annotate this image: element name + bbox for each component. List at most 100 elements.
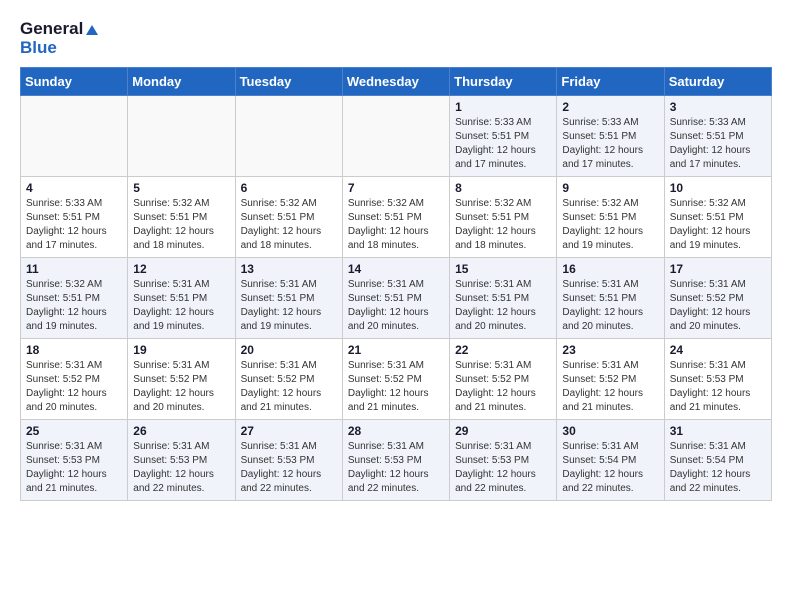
day-number: 22 bbox=[455, 343, 551, 357]
calendar-day-cell bbox=[235, 96, 342, 177]
day-info: Sunrise: 5:31 AM Sunset: 5:51 PM Dayligh… bbox=[133, 278, 229, 334]
calendar-day-cell: 8 Sunrise: 5:32 AM Sunset: 5:51 PM Daylig… bbox=[450, 177, 557, 258]
calendar-day-cell: 28 Sunrise: 5:31 AM Sunset: 5:53 PM Dayli… bbox=[342, 420, 449, 501]
day-info: Sunrise: 5:31 AM Sunset: 5:52 PM Dayligh… bbox=[241, 359, 337, 415]
logo: General Blue bbox=[20, 20, 98, 57]
day-info: Sunrise: 5:33 AM Sunset: 5:51 PM Dayligh… bbox=[562, 116, 658, 172]
day-number: 13 bbox=[241, 262, 337, 276]
calendar-day-cell: 30 Sunrise: 5:31 AM Sunset: 5:54 PM Dayli… bbox=[557, 420, 664, 501]
calendar-week-row: 1 Sunrise: 5:33 AM Sunset: 5:51 PM Daylig… bbox=[21, 96, 772, 177]
day-info: Sunrise: 5:32 AM Sunset: 5:51 PM Dayligh… bbox=[348, 197, 444, 253]
calendar-day-cell: 7 Sunrise: 5:32 AM Sunset: 5:51 PM Daylig… bbox=[342, 177, 449, 258]
calendar-day-cell: 19 Sunrise: 5:31 AM Sunset: 5:52 PM Dayli… bbox=[128, 339, 235, 420]
day-number: 27 bbox=[241, 424, 337, 438]
calendar-day-cell: 22 Sunrise: 5:31 AM Sunset: 5:52 PM Dayli… bbox=[450, 339, 557, 420]
calendar-day-cell: 1 Sunrise: 5:33 AM Sunset: 5:51 PM Daylig… bbox=[450, 96, 557, 177]
calendar-day-cell: 11 Sunrise: 5:32 AM Sunset: 5:51 PM Dayli… bbox=[21, 258, 128, 339]
calendar-day-cell: 14 Sunrise: 5:31 AM Sunset: 5:51 PM Dayli… bbox=[342, 258, 449, 339]
day-number: 20 bbox=[241, 343, 337, 357]
day-info: Sunrise: 5:32 AM Sunset: 5:51 PM Dayligh… bbox=[133, 197, 229, 253]
day-number: 1 bbox=[455, 100, 551, 114]
day-number: 14 bbox=[348, 262, 444, 276]
day-info: Sunrise: 5:31 AM Sunset: 5:52 PM Dayligh… bbox=[26, 359, 122, 415]
day-number: 10 bbox=[670, 181, 766, 195]
calendar-day-cell: 23Sunrise: 5:31 AM Sunset: 5:52 PM Dayli… bbox=[557, 339, 664, 420]
calendar-week-row: 11 Sunrise: 5:32 AM Sunset: 5:51 PM Dayli… bbox=[21, 258, 772, 339]
logo-general-text: General bbox=[20, 20, 98, 39]
day-info: Sunrise: 5:31 AM Sunset: 5:53 PM Dayligh… bbox=[348, 440, 444, 496]
calendar-day-cell: 2 Sunrise: 5:33 AM Sunset: 5:51 PM Daylig… bbox=[557, 96, 664, 177]
calendar-week-row: 4Sunrise: 5:33 AM Sunset: 5:51 PM Daylig… bbox=[21, 177, 772, 258]
calendar-day-cell: 3 Sunrise: 5:33 AM Sunset: 5:51 PM Daylig… bbox=[664, 96, 771, 177]
day-info: Sunrise: 5:31 AM Sunset: 5:54 PM Dayligh… bbox=[670, 440, 766, 496]
logo-blue-text: Blue bbox=[20, 39, 98, 58]
day-info: Sunrise: 5:31 AM Sunset: 5:51 PM Dayligh… bbox=[348, 278, 444, 334]
day-of-week-header: Sunday bbox=[21, 68, 128, 96]
day-info: Sunrise: 5:31 AM Sunset: 5:53 PM Dayligh… bbox=[241, 440, 337, 496]
calendar-day-cell bbox=[128, 96, 235, 177]
calendar-day-cell: 5Sunrise: 5:32 AM Sunset: 5:51 PM Daylig… bbox=[128, 177, 235, 258]
calendar-day-cell: 4Sunrise: 5:33 AM Sunset: 5:51 PM Daylig… bbox=[21, 177, 128, 258]
day-number: 17 bbox=[670, 262, 766, 276]
calendar-day-cell: 29Sunrise: 5:31 AM Sunset: 5:53 PM Dayli… bbox=[450, 420, 557, 501]
day-number: 7 bbox=[348, 181, 444, 195]
day-info: Sunrise: 5:31 AM Sunset: 5:52 PM Dayligh… bbox=[562, 359, 658, 415]
day-info: Sunrise: 5:32 AM Sunset: 5:51 PM Dayligh… bbox=[241, 197, 337, 253]
calendar-day-cell: 27 Sunrise: 5:31 AM Sunset: 5:53 PM Dayli… bbox=[235, 420, 342, 501]
day-number: 2 bbox=[562, 100, 658, 114]
day-info: Sunrise: 5:31 AM Sunset: 5:52 PM Dayligh… bbox=[133, 359, 229, 415]
calendar-day-cell bbox=[342, 96, 449, 177]
day-info: Sunrise: 5:33 AM Sunset: 5:51 PM Dayligh… bbox=[455, 116, 551, 172]
calendar-day-cell: 9 Sunrise: 5:32 AM Sunset: 5:51 PM Daylig… bbox=[557, 177, 664, 258]
day-number: 25 bbox=[26, 424, 122, 438]
calendar-table: SundayMondayTuesdayWednesdayThursdayFrid… bbox=[20, 67, 772, 501]
day-number: 18 bbox=[26, 343, 122, 357]
day-number: 28 bbox=[348, 424, 444, 438]
day-info: Sunrise: 5:32 AM Sunset: 5:51 PM Dayligh… bbox=[562, 197, 658, 253]
day-info: Sunrise: 5:31 AM Sunset: 5:51 PM Dayligh… bbox=[241, 278, 337, 334]
day-info: Sunrise: 5:31 AM Sunset: 5:53 PM Dayligh… bbox=[670, 359, 766, 415]
day-info: Sunrise: 5:33 AM Sunset: 5:51 PM Dayligh… bbox=[670, 116, 766, 172]
day-number: 8 bbox=[455, 181, 551, 195]
day-info: Sunrise: 5:31 AM Sunset: 5:53 PM Dayligh… bbox=[455, 440, 551, 496]
day-number: 21 bbox=[348, 343, 444, 357]
calendar-day-cell: 31 Sunrise: 5:31 AM Sunset: 5:54 PM Dayli… bbox=[664, 420, 771, 501]
day-of-week-header: Friday bbox=[557, 68, 664, 96]
day-number: 12 bbox=[133, 262, 229, 276]
day-number: 6 bbox=[241, 181, 337, 195]
day-info: Sunrise: 5:31 AM Sunset: 5:54 PM Dayligh… bbox=[562, 440, 658, 496]
day-number: 30 bbox=[562, 424, 658, 438]
day-of-week-header: Wednesday bbox=[342, 68, 449, 96]
day-info: Sunrise: 5:31 AM Sunset: 5:52 PM Dayligh… bbox=[455, 359, 551, 415]
logo-container: General Blue bbox=[20, 20, 98, 57]
day-info: Sunrise: 5:32 AM Sunset: 5:51 PM Dayligh… bbox=[455, 197, 551, 253]
calendar-day-cell: 26 Sunrise: 5:31 AM Sunset: 5:53 PM Dayli… bbox=[128, 420, 235, 501]
day-number: 9 bbox=[562, 181, 658, 195]
day-number: 19 bbox=[133, 343, 229, 357]
day-number: 11 bbox=[26, 262, 122, 276]
calendar-day-cell: 21Sunrise: 5:31 AM Sunset: 5:52 PM Dayli… bbox=[342, 339, 449, 420]
day-number: 15 bbox=[455, 262, 551, 276]
day-number: 16 bbox=[562, 262, 658, 276]
calendar-day-cell: 13 Sunrise: 5:31 AM Sunset: 5:51 PM Dayli… bbox=[235, 258, 342, 339]
calendar-day-cell: 15 Sunrise: 5:31 AM Sunset: 5:51 PM Dayli… bbox=[450, 258, 557, 339]
calendar-header-row: SundayMondayTuesdayWednesdayThursdayFrid… bbox=[21, 68, 772, 96]
day-number: 24 bbox=[670, 343, 766, 357]
calendar-day-cell: 25 Sunrise: 5:31 AM Sunset: 5:53 PM Dayli… bbox=[21, 420, 128, 501]
day-info: Sunrise: 5:32 AM Sunset: 5:51 PM Dayligh… bbox=[26, 278, 122, 334]
day-info: Sunrise: 5:31 AM Sunset: 5:51 PM Dayligh… bbox=[455, 278, 551, 334]
day-info: Sunrise: 5:31 AM Sunset: 5:53 PM Dayligh… bbox=[26, 440, 122, 496]
day-of-week-header: Thursday bbox=[450, 68, 557, 96]
day-of-week-header: Monday bbox=[128, 68, 235, 96]
calendar-week-row: 18 Sunrise: 5:31 AM Sunset: 5:52 PM Dayli… bbox=[21, 339, 772, 420]
day-number: 26 bbox=[133, 424, 229, 438]
day-info: Sunrise: 5:33 AM Sunset: 5:51 PM Dayligh… bbox=[26, 197, 122, 253]
day-of-week-header: Saturday bbox=[664, 68, 771, 96]
calendar-day-cell: 18 Sunrise: 5:31 AM Sunset: 5:52 PM Dayli… bbox=[21, 339, 128, 420]
calendar-day-cell: 12 Sunrise: 5:31 AM Sunset: 5:51 PM Dayli… bbox=[128, 258, 235, 339]
day-number: 3 bbox=[670, 100, 766, 114]
day-of-week-header: Tuesday bbox=[235, 68, 342, 96]
day-number: 31 bbox=[670, 424, 766, 438]
day-info: Sunrise: 5:31 AM Sunset: 5:53 PM Dayligh… bbox=[133, 440, 229, 496]
calendar-day-cell: 17Sunrise: 5:31 AM Sunset: 5:52 PM Dayli… bbox=[664, 258, 771, 339]
